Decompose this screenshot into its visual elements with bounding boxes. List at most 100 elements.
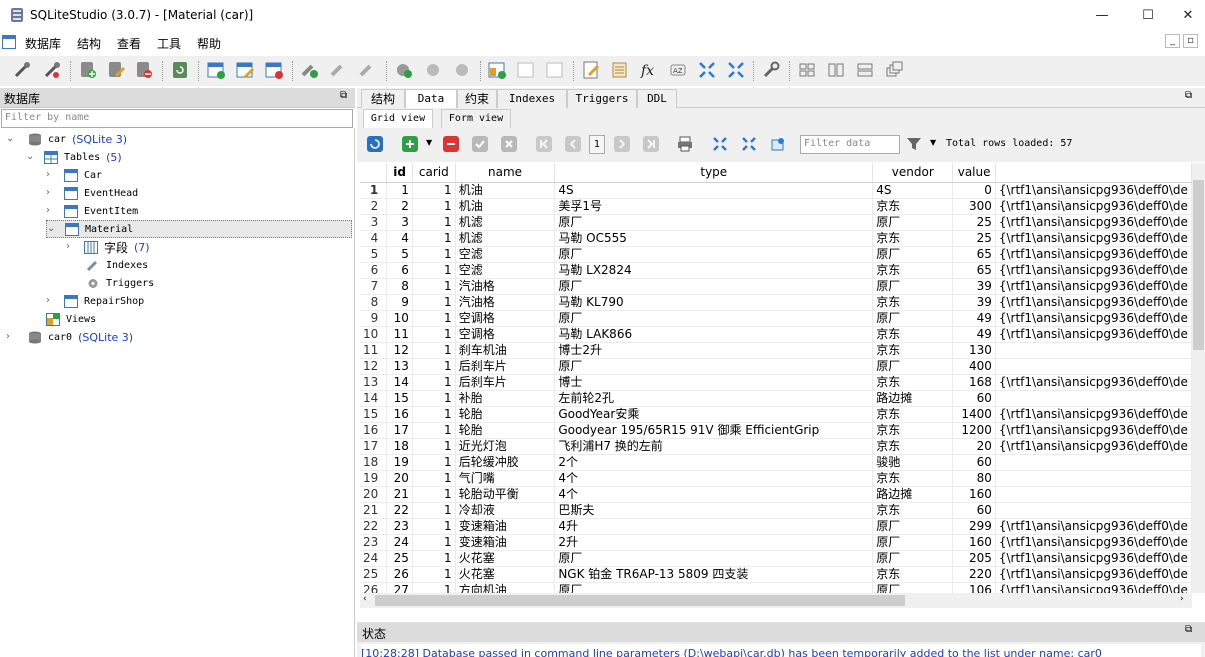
cell-id[interactable]: 14 — [386, 374, 413, 391]
commit-icon[interactable] — [472, 136, 488, 152]
rollback-icon[interactable] — [501, 136, 517, 152]
tree-node-table-repairshop[interactable]: › RepairShop — [46, 292, 144, 310]
delete-row-icon[interactable] — [443, 136, 459, 152]
cell-carid[interactable]: 1 — [412, 294, 456, 311]
cell-carid[interactable]: 1 — [412, 262, 456, 279]
cell-name[interactable]: 汽油格 — [455, 278, 556, 295]
cell-vendor[interactable]: 路边摊 — [872, 390, 954, 407]
cell-extra[interactable]: {\rtf1\ansi\ansicpg936\deff0\de — [995, 278, 1192, 295]
cell-value[interactable]: 0 — [952, 182, 996, 199]
cell-id[interactable]: 27 — [386, 582, 413, 593]
cell-vendor[interactable]: 原厂 — [872, 550, 954, 567]
cell-name[interactable]: 空调格 — [455, 326, 556, 343]
cell-type[interactable]: 原厂 — [554, 278, 874, 295]
export-icon[interactable] — [726, 60, 746, 80]
maximize-button[interactable]: ☐ — [1125, 0, 1171, 31]
table-row[interactable]: 26 27 1 方向机油 原厂 原厂 106 {\rtf1\ansi\ansicpg936\d… — [360, 582, 1192, 593]
cell-value[interactable]: 130 — [952, 342, 996, 359]
cell-name[interactable]: 刹车机油 — [455, 342, 556, 359]
tab-indexes[interactable]: Indexes — [497, 89, 567, 108]
cell-extra[interactable]: {\rtf1\ansi\ansicpg936\deff0\de — [995, 550, 1192, 567]
scroll-right-icon[interactable]: › — [1180, 594, 1184, 604]
cell-id[interactable]: 23 — [386, 518, 413, 535]
cell-vendor[interactable]: 4S — [872, 182, 954, 199]
tab-ddl[interactable]: DDL — [637, 89, 677, 108]
vertical-scrollbar-thumb[interactable] — [1193, 180, 1204, 350]
cell-name[interactable]: 空滤 — [455, 246, 556, 263]
cell-extra[interactable]: {\rtf1\ansi\ansicpg936\deff0\de — [995, 214, 1192, 231]
edit-index-icon[interactable] — [329, 60, 349, 80]
cell-vendor[interactable]: 京东 — [872, 502, 954, 519]
cell-extra[interactable]: {\rtf1\ansi\ansicpg936\deff0\de — [995, 262, 1192, 279]
cell-extra[interactable]: {\rtf1\ansi\ansicpg936\deff0\de — [995, 518, 1192, 535]
table-row[interactable]: 8 9 1 汽油格 马勒 KL790 京东 39 {\rtf1\ansi\ansicpg936… — [360, 294, 1192, 311]
cell-carid[interactable]: 1 — [412, 422, 456, 439]
cell-vendor[interactable]: 京东 — [872, 566, 954, 583]
delete-database-icon[interactable] — [134, 60, 154, 80]
dropdown-arrow-icon[interactable]: ▼ — [930, 138, 936, 147]
cell-id[interactable]: 18 — [386, 438, 413, 455]
cell-extra[interactable]: {\rtf1\ansi\ansicpg936\deff0\de — [995, 230, 1192, 247]
table-row[interactable]: 21 22 1 冷却液 巴斯夫 京东 60 — [360, 502, 1192, 519]
cell-value[interactable]: 25 — [952, 214, 996, 231]
cell-name[interactable]: 冷却液 — [455, 502, 556, 519]
tile-vertical-icon[interactable] — [855, 60, 875, 80]
mdi-minimize-button[interactable]: _ — [1165, 34, 1180, 48]
cell-vendor[interactable]: 京东 — [872, 374, 954, 391]
table-row[interactable]: 12 13 1 后刹车片 原厂 原厂 400 — [360, 358, 1192, 375]
cell-type[interactable]: 原厂 — [554, 214, 874, 231]
cell-name[interactable]: 方向机油 — [455, 582, 556, 593]
cell-value[interactable]: 65 — [952, 262, 996, 279]
cell-value[interactable]: 106 — [952, 582, 996, 593]
cell-value[interactable]: 39 — [952, 294, 996, 311]
cell-id[interactable]: 13 — [386, 358, 413, 375]
refresh-database-icon[interactable] — [170, 60, 190, 80]
cell-carid[interactable]: 1 — [412, 566, 456, 583]
cell-carid[interactable]: 1 — [412, 550, 456, 567]
chevron-right-icon[interactable]: › — [66, 242, 76, 252]
delete-table-icon[interactable] — [264, 60, 284, 80]
cell-name[interactable]: 机油 — [455, 198, 556, 215]
cell-id[interactable]: 24 — [386, 534, 413, 551]
cell-extra[interactable]: {\rtf1\ansi\ansicpg936\deff0\de — [995, 422, 1192, 439]
cell-carid[interactable]: 1 — [412, 390, 456, 407]
close-button[interactable]: ✕ — [1171, 0, 1205, 31]
cell-value[interactable]: 168 — [952, 374, 996, 391]
cell-id[interactable]: 20 — [386, 470, 413, 487]
cell-carid[interactable]: 1 — [412, 438, 456, 455]
cell-extra[interactable] — [995, 358, 1192, 375]
cell-type[interactable]: 巴斯夫 — [554, 502, 874, 519]
cell-carid[interactable]: 1 — [412, 406, 456, 423]
cell-value[interactable]: 49 — [952, 326, 996, 343]
cell-type[interactable]: NGK 铂金 TR6AP-13 5809 四支装 — [554, 566, 874, 583]
cell-name[interactable]: 轮胎 — [455, 422, 556, 439]
horizontal-scrollbar-thumb[interactable] — [375, 595, 905, 606]
cell-type[interactable]: 马勒 LAK866 — [554, 326, 874, 343]
cell-value[interactable]: 400 — [952, 358, 996, 375]
cell-type[interactable]: Goodyear 195/65R15 91V 御乘 EfficientGrip — [554, 422, 874, 439]
cell-carid[interactable]: 1 — [412, 326, 456, 343]
delete-trigger-icon[interactable] — [452, 60, 472, 80]
cell-carid[interactable]: 1 — [412, 342, 456, 359]
cell-id[interactable]: 25 — [386, 550, 413, 567]
table-row[interactable]: 20 21 1 轮胎动平衡 4个 路边摊 160 — [360, 486, 1192, 503]
cell-id[interactable]: 4 — [386, 230, 413, 247]
chevron-down-icon[interactable]: ⌄ — [6, 134, 16, 144]
table-row[interactable]: 16 17 1 轮胎 Goodyear 195/65R15 91V 御乘 Efficie… — [360, 422, 1192, 439]
menu-view[interactable]: 查看 — [117, 35, 141, 52]
cell-vendor[interactable]: 原厂 — [872, 278, 954, 295]
cell-id[interactable]: 9 — [386, 294, 413, 311]
cell-vendor[interactable]: 原厂 — [872, 214, 954, 231]
config-icon[interactable] — [761, 60, 781, 80]
chevron-right-icon[interactable]: › — [46, 206, 56, 216]
chevron-right-icon[interactable]: › — [46, 296, 56, 306]
disconnect-icon[interactable] — [42, 60, 62, 80]
cell-vendor[interactable]: 原厂 — [872, 358, 954, 375]
table-row[interactable]: 23 24 1 变速箱油 2升 原厂 160 {\rtf1\ansi\ansicpg936\d… — [360, 534, 1192, 551]
table-row[interactable]: 10 11 1 空调格 马勒 LAK866 京东 49 {\rtf1\ansi\ansicpg… — [360, 326, 1192, 343]
tab-triggers[interactable]: Triggers — [567, 89, 637, 108]
next-page-icon[interactable] — [614, 136, 630, 152]
column-header-carid[interactable]: carid — [412, 163, 456, 183]
cell-name[interactable]: 变速箱油 — [455, 518, 556, 535]
cell-type[interactable]: 博士 — [554, 374, 874, 391]
